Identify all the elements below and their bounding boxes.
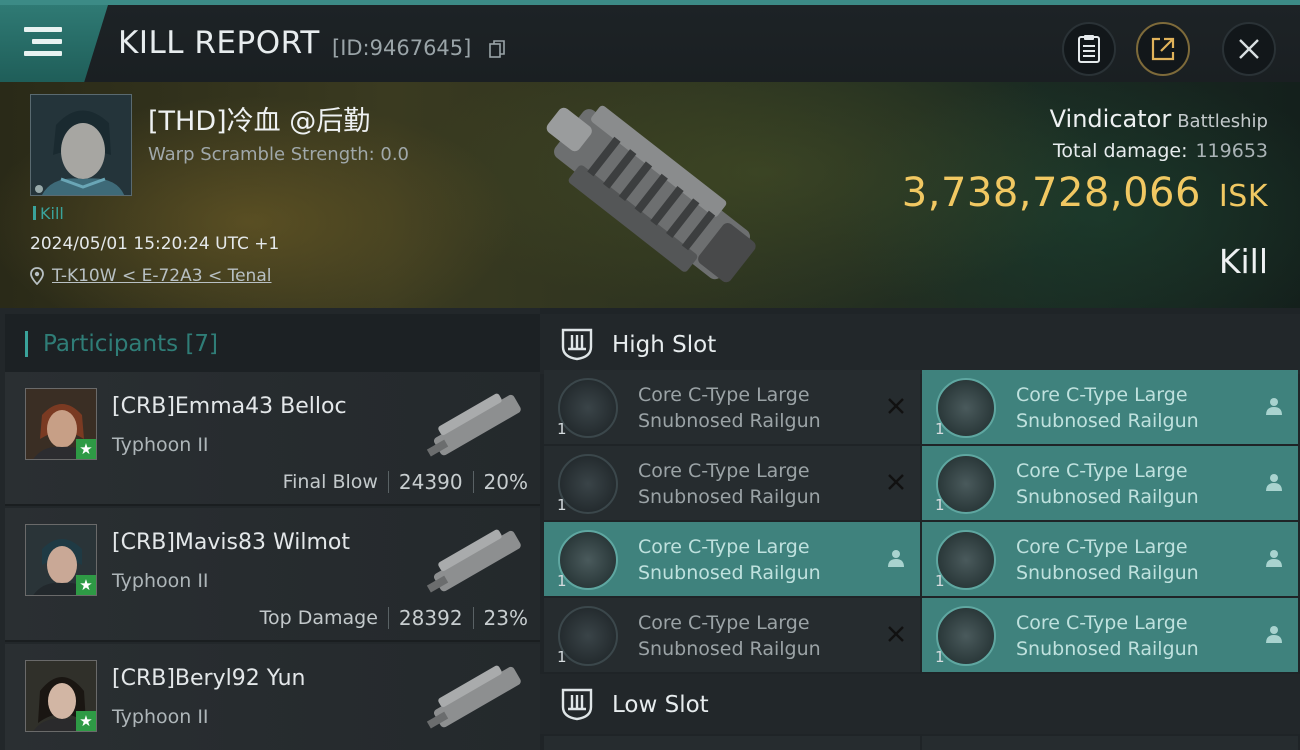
share-icon bbox=[1151, 37, 1175, 61]
participant-stats: Top Damage 28392 23% bbox=[259, 606, 528, 630]
clipboard-icon bbox=[1078, 35, 1100, 63]
railgun-icon bbox=[936, 530, 996, 590]
participants-panel: Participants [7] ★ [CRB]Emma43 Belloc Ty… bbox=[0, 308, 540, 750]
module-slot[interactable]: 1 Core C-Type Large Snubnosed Railgun bbox=[922, 598, 1298, 672]
high-slot-title: High Slot bbox=[612, 332, 717, 358]
participant-ship-image bbox=[426, 529, 521, 593]
railgun-icon bbox=[558, 530, 618, 590]
participants-title: Participants [7] bbox=[43, 331, 219, 357]
menu-button[interactable] bbox=[0, 5, 108, 82]
module-slot-partial[interactable] bbox=[544, 736, 920, 750]
kill-report-id: [ID:9467645] bbox=[332, 36, 472, 60]
participant-name: [CRB]Mavis83 Wilmot bbox=[112, 530, 350, 555]
avatar: ★ bbox=[25, 660, 97, 732]
module-slot[interactable]: 1 Core C-Type Large Snubnosed Railgun bbox=[544, 446, 920, 520]
participant-ship-image bbox=[426, 665, 521, 729]
module-slot[interactable]: 1 Core C-Type Large Snubnosed Railgun bbox=[922, 370, 1298, 444]
kill-tag: Kill bbox=[33, 204, 64, 223]
participant-row[interactable]: ★ [CRB]Beryl92 Yun Typhoon II bbox=[5, 644, 540, 750]
dropped-person-icon bbox=[888, 550, 904, 567]
participant-ship: Typhoon II bbox=[112, 434, 209, 456]
module-name: Core C-Type Large Snubnosed Railgun bbox=[638, 460, 821, 508]
module-name: Core C-Type Large Snubnosed Railgun bbox=[638, 536, 821, 584]
dropped-person-icon bbox=[1266, 398, 1282, 415]
module-slot[interactable]: 1 Core C-Type Large Snubnosed Railgun bbox=[544, 370, 920, 444]
module-name: Core C-Type Large Snubnosed Railgun bbox=[638, 384, 821, 432]
destroyed-icon bbox=[888, 398, 904, 414]
copy-icon[interactable] bbox=[489, 40, 505, 58]
module-name: Core C-Type Large Snubnosed Railgun bbox=[638, 612, 821, 660]
participant-row[interactable]: ★ [CRB]Mavis83 Wilmot Typhoon II Top Dam… bbox=[5, 508, 540, 642]
participants-header: Participants [7] bbox=[5, 314, 540, 372]
railgun-icon bbox=[558, 606, 618, 666]
fitting-panel: High Slot 1 Core C-Type Large Snubnosed R… bbox=[540, 308, 1300, 750]
page-title: KILL REPORT bbox=[118, 25, 320, 61]
total-damage: Total damage: 119653 bbox=[1053, 140, 1268, 162]
isk-unit: ISK bbox=[1218, 179, 1268, 214]
kill-datetime: 2024/05/01 15:20:24 UTC +1 bbox=[30, 234, 280, 254]
report-button[interactable] bbox=[1062, 22, 1116, 76]
portrait-image bbox=[31, 95, 131, 195]
avatar: ★ bbox=[25, 388, 97, 460]
ship-name: Vindicator bbox=[1049, 105, 1172, 133]
star-icon: ★ bbox=[76, 575, 96, 595]
module-name: Core C-Type Large Snubnosed Railgun bbox=[1016, 384, 1199, 432]
module-slot[interactable]: 1 Core C-Type Large Snubnosed Railgun bbox=[922, 522, 1298, 596]
warp-scramble-strength: Warp Scramble Strength: 0.0 bbox=[148, 144, 410, 165]
high-slot-icon bbox=[561, 328, 593, 361]
victim-portrait[interactable] bbox=[30, 94, 132, 196]
module-name: Core C-Type Large Snubnosed Railgun bbox=[1016, 612, 1199, 660]
dropped-person-icon bbox=[1266, 626, 1282, 643]
menu-icon bbox=[24, 27, 62, 57]
close-icon bbox=[1239, 39, 1259, 59]
railgun-icon bbox=[936, 454, 996, 514]
low-slot-icon bbox=[561, 688, 593, 721]
isk-amount: 3,738,728,066 bbox=[901, 170, 1201, 216]
victim-ship-image bbox=[546, 105, 756, 283]
avatar: ★ bbox=[25, 524, 97, 596]
dropped-person-icon bbox=[1266, 474, 1282, 491]
total-damage-label: Total damage: bbox=[1053, 140, 1188, 162]
module-name: Core C-Type Large Snubnosed Railgun bbox=[1016, 536, 1199, 584]
dropped-person-icon bbox=[1266, 550, 1282, 567]
victim-summary: [THD]冷血 @后勤 Warp Scramble Strength: 0.0 … bbox=[0, 82, 1300, 308]
ship-class: Battleship bbox=[1177, 111, 1268, 132]
star-icon: ★ bbox=[76, 439, 96, 459]
destroyed-icon bbox=[888, 474, 904, 490]
low-slot-header: Low Slot bbox=[540, 674, 1300, 734]
kill-location[interactable]: T-K10W < E-72A3 < Tenal bbox=[30, 266, 271, 286]
participant-ship-image bbox=[426, 393, 521, 457]
participant-ship: Typhoon II bbox=[112, 570, 209, 592]
railgun-icon bbox=[936, 606, 996, 666]
location-pin-icon bbox=[30, 267, 44, 285]
star-icon: ★ bbox=[76, 711, 96, 731]
railgun-icon bbox=[558, 378, 618, 438]
top-bar: KILL REPORT [ID:9467645] bbox=[0, 0, 1300, 82]
railgun-icon bbox=[936, 378, 996, 438]
total-damage-value: 119653 bbox=[1195, 140, 1268, 162]
railgun-icon bbox=[558, 454, 618, 514]
victim-name[interactable]: [THD]冷血 @后勤 bbox=[148, 99, 370, 138]
participant-name: [CRB]Emma43 Belloc bbox=[112, 394, 347, 419]
destroyed-icon bbox=[888, 626, 904, 642]
participant-stats: Final Blow 24390 20% bbox=[282, 470, 528, 494]
module-slot[interactable]: 1 Core C-Type Large Snubnosed Railgun bbox=[544, 598, 920, 672]
low-slot-title: Low Slot bbox=[612, 692, 709, 718]
module-name: Core C-Type Large Snubnosed Railgun bbox=[1016, 460, 1199, 508]
participant-ship: Typhoon II bbox=[112, 706, 209, 728]
victim-ship[interactable]: Vindicator Battleship bbox=[1050, 105, 1268, 133]
participant-row[interactable]: ★ [CRB]Emma43 Belloc Typhoon II Final Bl… bbox=[5, 372, 540, 506]
module-slot-partial[interactable] bbox=[922, 736, 1298, 750]
location-link[interactable]: T-K10W < E-72A3 < Tenal bbox=[52, 266, 271, 286]
module-slot[interactable]: 1 Core C-Type Large Snubnosed Railgun bbox=[544, 522, 920, 596]
participant-name: [CRB]Beryl92 Yun bbox=[112, 666, 306, 691]
high-slot-header: High Slot bbox=[540, 314, 1300, 374]
share-button[interactable] bbox=[1136, 22, 1190, 76]
isk-value: 3,738,728,066 ISK bbox=[902, 170, 1268, 216]
close-button[interactable] bbox=[1222, 22, 1276, 76]
module-slot[interactable]: 1 Core C-Type Large Snubnosed Railgun bbox=[922, 446, 1298, 520]
kill-result: Kill bbox=[1218, 242, 1268, 281]
